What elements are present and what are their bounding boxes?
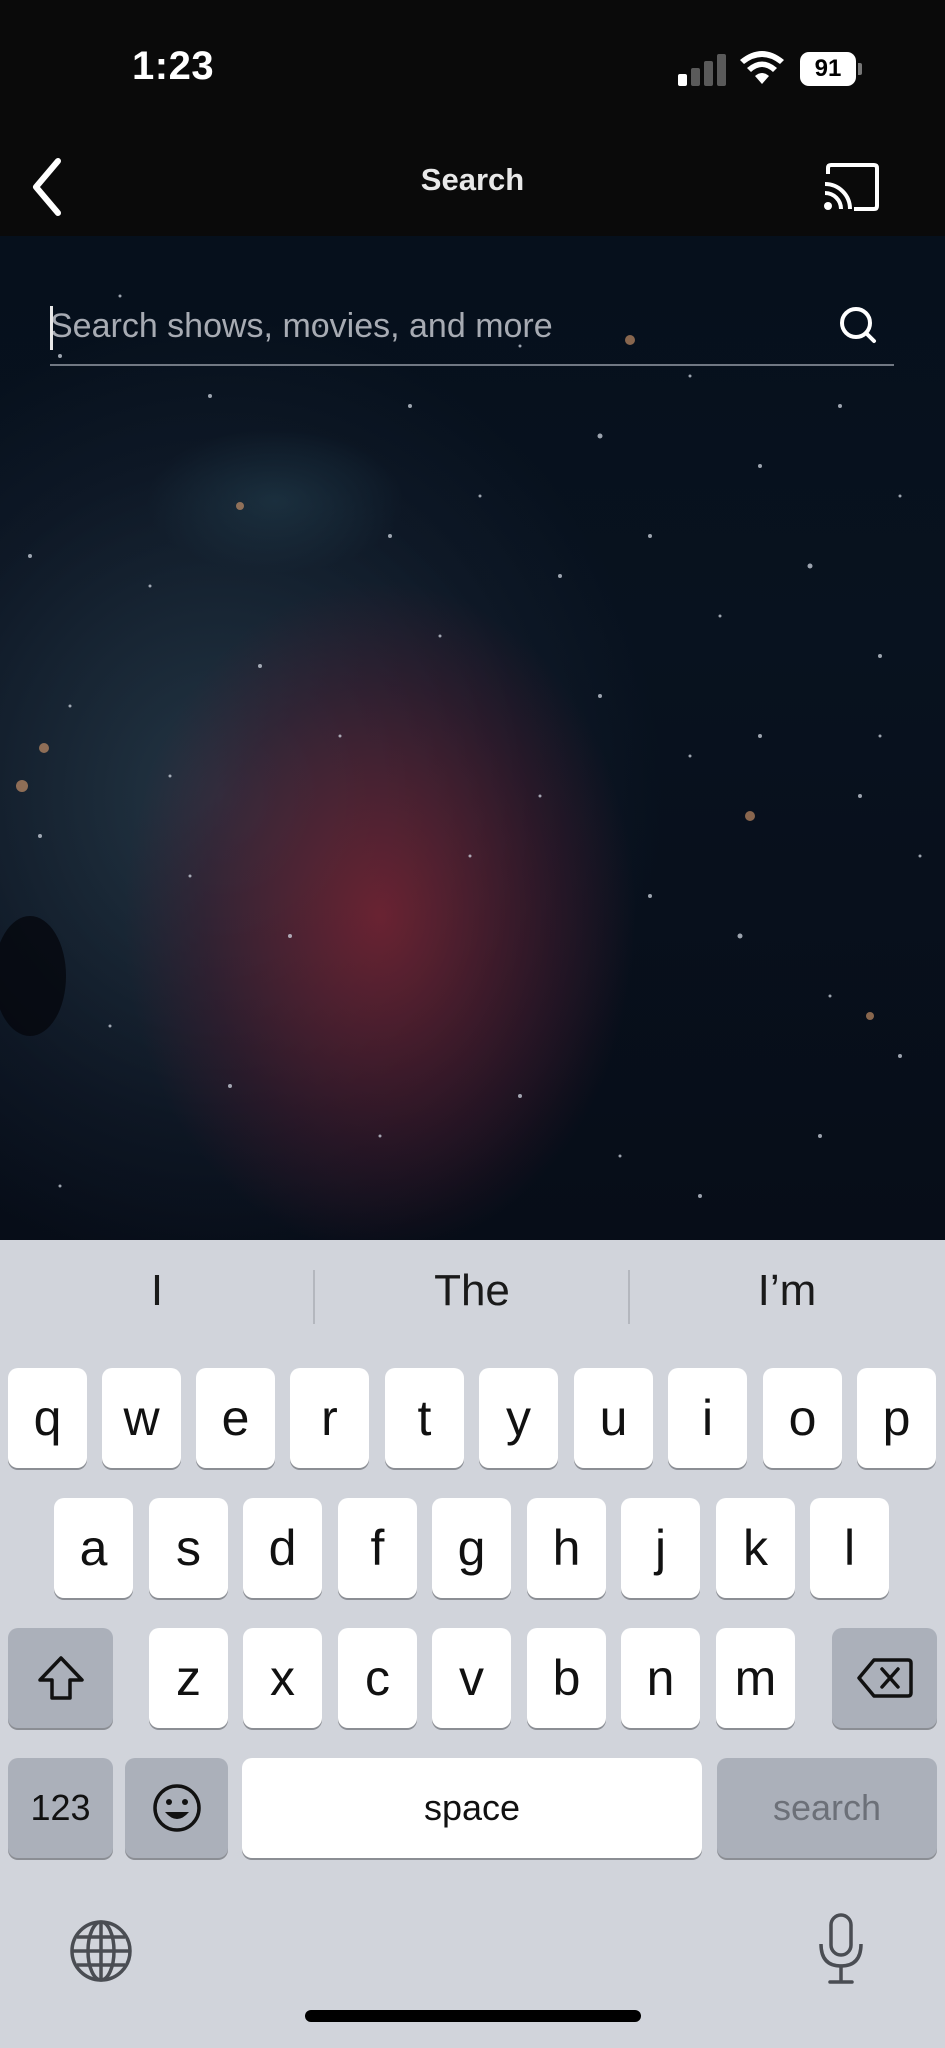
suggestion-3[interactable]: I’m <box>630 1266 944 1316</box>
search-key[interactable]: search <box>717 1758 937 1858</box>
cast-button[interactable] <box>818 154 884 220</box>
battery-icon: 91 <box>800 52 862 86</box>
key-o[interactable]: o <box>763 1368 842 1468</box>
hero-background-image <box>0 236 945 1240</box>
numbers-key[interactable]: 123 <box>8 1758 113 1858</box>
key-c[interactable]: c <box>338 1628 417 1728</box>
text-cursor <box>50 306 53 350</box>
status-time: 1:23 <box>132 44 215 88</box>
app-header: Search <box>0 140 945 236</box>
starfield-decoration <box>0 294 922 1198</box>
key-k[interactable]: k <box>716 1498 795 1598</box>
key-z[interactable]: z <box>149 1628 228 1728</box>
key-h[interactable]: h <box>527 1498 606 1598</box>
wifi-icon <box>740 51 784 84</box>
key-y[interactable]: y <box>479 1368 558 1468</box>
key-a[interactable]: a <box>54 1498 133 1598</box>
key-w[interactable]: w <box>102 1368 181 1468</box>
suggestion-1[interactable]: I <box>0 1266 314 1316</box>
backspace-icon <box>856 1658 913 1698</box>
globe-icon[interactable] <box>68 1918 134 1984</box>
key-b[interactable]: b <box>527 1628 606 1728</box>
emoji-icon <box>152 1784 201 1832</box>
search-field[interactable] <box>50 290 894 366</box>
key-m[interactable]: m <box>716 1628 795 1728</box>
onscreen-keyboard: I The I’m q w e r t y u i o p a s d f g … <box>0 1240 945 2048</box>
key-e[interactable]: e <box>196 1368 275 1468</box>
key-q[interactable]: q <box>8 1368 87 1468</box>
suggestion-2[interactable]: The <box>315 1266 629 1316</box>
battery-level: 91 <box>800 52 856 86</box>
key-x[interactable]: x <box>243 1628 322 1728</box>
key-n[interactable]: n <box>621 1628 700 1728</box>
key-j[interactable]: j <box>621 1498 700 1598</box>
status-bar: 1:23 91 <box>0 0 945 140</box>
search-icon[interactable] <box>836 303 882 349</box>
search-input[interactable] <box>50 300 820 352</box>
key-d[interactable]: d <box>243 1498 322 1598</box>
key-g[interactable]: g <box>432 1498 511 1598</box>
emoji-key[interactable] <box>125 1758 228 1858</box>
key-p[interactable]: p <box>857 1368 936 1468</box>
cellular-signal-icon <box>678 54 726 86</box>
key-i[interactable]: i <box>668 1368 747 1468</box>
key-l[interactable]: l <box>810 1498 889 1598</box>
shift-key[interactable] <box>8 1628 113 1728</box>
key-s[interactable]: s <box>149 1498 228 1598</box>
space-key[interactable]: space <box>242 1758 702 1858</box>
key-v[interactable]: v <box>432 1628 511 1728</box>
page-title: Search <box>420 162 525 197</box>
key-f[interactable]: f <box>338 1498 417 1598</box>
key-t[interactable]: t <box>385 1368 464 1468</box>
microphone-icon[interactable] <box>816 1912 866 1986</box>
delete-key[interactable] <box>832 1628 937 1728</box>
cast-icon <box>824 163 879 211</box>
home-indicator[interactable] <box>305 2010 641 2022</box>
key-u[interactable]: u <box>574 1368 653 1468</box>
predictive-text-bar: I The I’m <box>0 1240 945 1350</box>
shift-icon <box>37 1656 84 1700</box>
key-r[interactable]: r <box>290 1368 369 1468</box>
